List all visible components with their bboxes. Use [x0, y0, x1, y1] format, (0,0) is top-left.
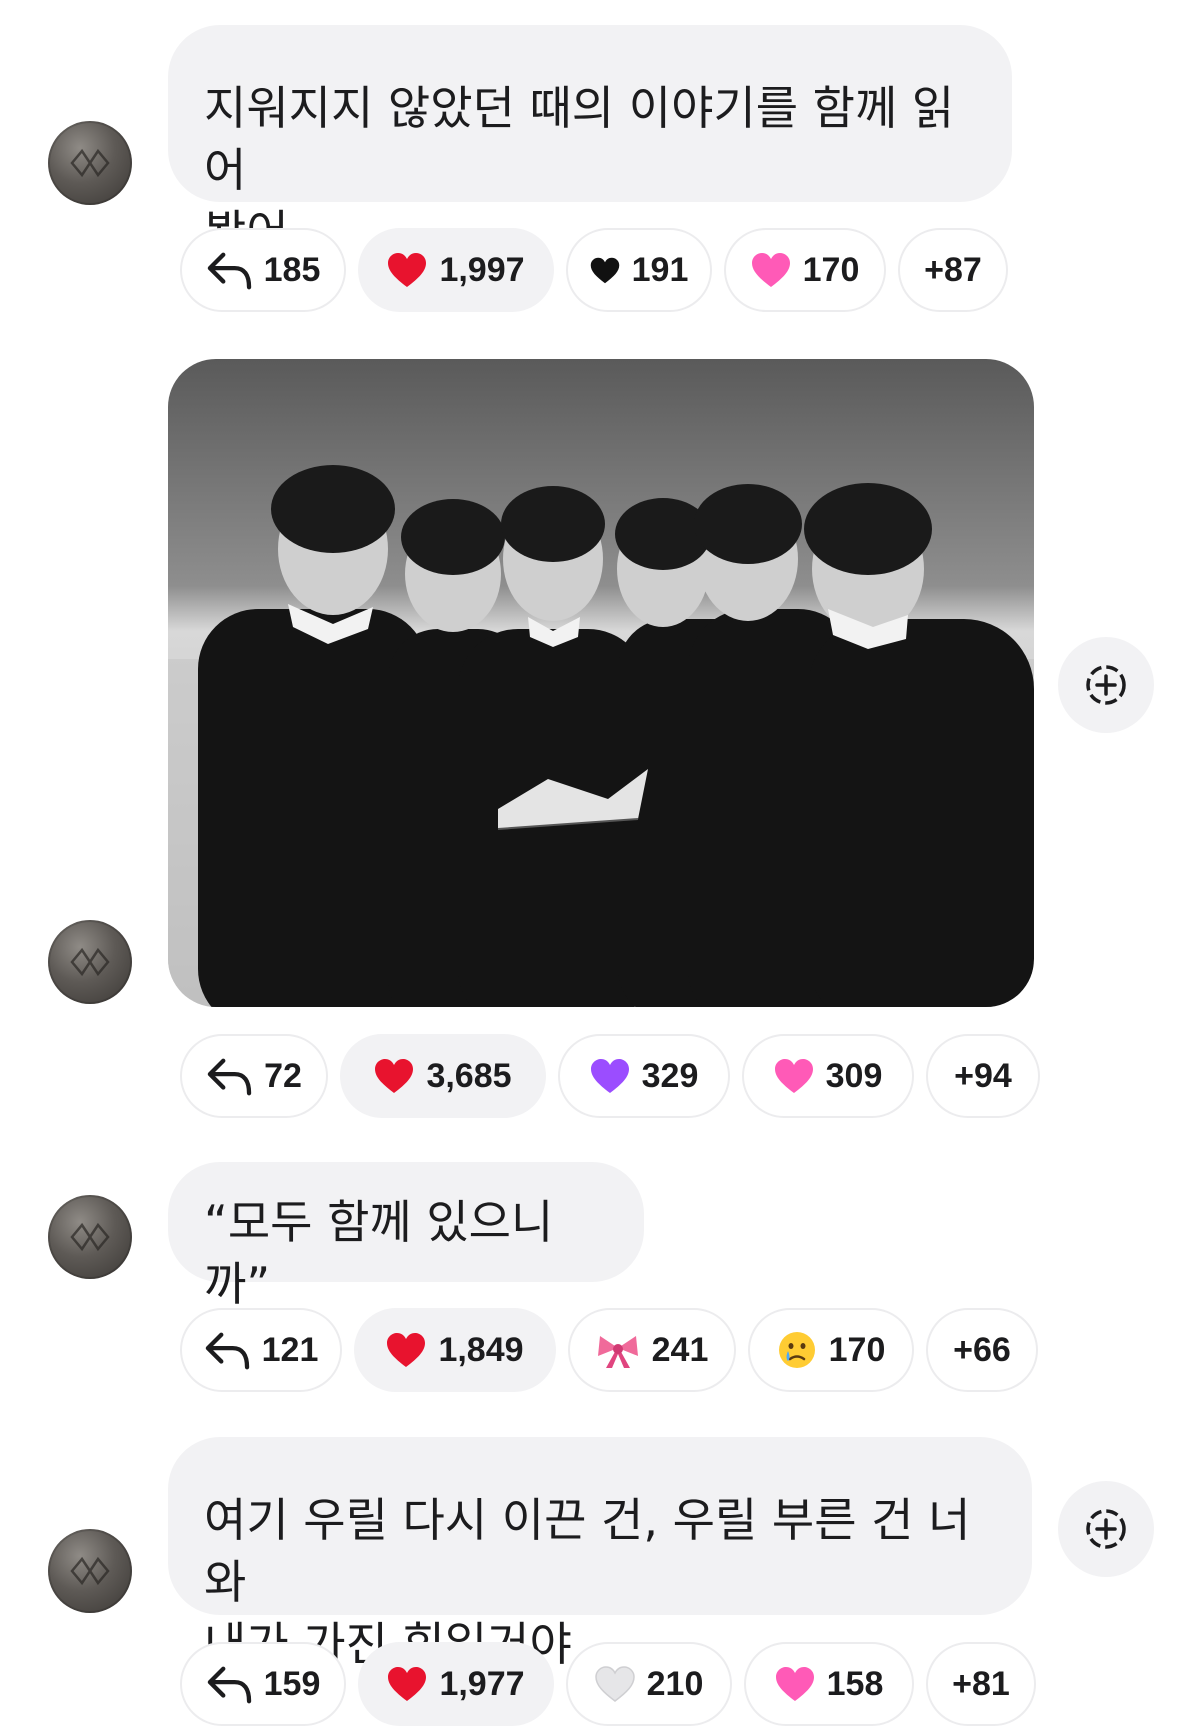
add-reaction-button[interactable]	[1058, 1481, 1154, 1577]
reply-arrow-icon	[206, 1663, 252, 1705]
reaction-crying-face[interactable]: 170	[748, 1308, 914, 1392]
more-count: +94	[954, 1056, 1012, 1095]
group-photo[interactable]	[168, 359, 1034, 1007]
more-count: +87	[924, 250, 982, 289]
more-count: +66	[953, 1330, 1011, 1369]
reaction-sparkling-heart[interactable]: 170	[724, 228, 886, 312]
add-reaction-icon	[1081, 1504, 1131, 1554]
reaction-count: 170	[802, 250, 860, 289]
red-heart-icon	[387, 252, 427, 288]
reaction-red-heart[interactable]: 3,685	[340, 1034, 546, 1118]
reply-arrow-icon	[206, 249, 252, 291]
red-heart-icon	[374, 1058, 414, 1094]
more-reactions-button[interactable]: +66	[926, 1308, 1038, 1392]
reply-count: 185	[263, 250, 321, 289]
reaction-sparkling-heart[interactable]: 158	[744, 1642, 914, 1726]
reaction-count: 210	[646, 1664, 704, 1703]
crying-face-icon	[777, 1330, 817, 1370]
reply-count-button[interactable]: 185	[180, 228, 346, 312]
reply-count-button[interactable]: 159	[180, 1642, 346, 1726]
reaction-purple-heart[interactable]: 329	[558, 1034, 730, 1118]
reaction-black-heart[interactable]: 191	[566, 228, 712, 312]
reaction-red-heart[interactable]: 1,849	[354, 1308, 556, 1392]
more-reactions-button[interactable]: +87	[898, 228, 1008, 312]
red-heart-icon	[386, 1332, 426, 1368]
black-heart-icon	[590, 257, 620, 284]
reaction-count: 170	[828, 1330, 886, 1369]
avatar[interactable]	[48, 920, 132, 1004]
avatar[interactable]	[48, 1195, 132, 1279]
sparkling-heart-icon	[775, 1666, 815, 1702]
reaction-count: 309	[825, 1056, 883, 1095]
reply-count-button[interactable]: 72	[180, 1034, 328, 1118]
reply-arrow-icon	[206, 1055, 252, 1097]
reply-count: 121	[261, 1330, 319, 1369]
reply-arrow-icon	[204, 1329, 250, 1371]
message-bubble[interactable]: 지워지지 않았던 때의 이야기를 함께 읽어 봤어	[168, 25, 1012, 259]
avatar[interactable]	[48, 121, 132, 205]
reaction-count: 1,997	[439, 250, 525, 289]
reaction-sparkling-heart[interactable]: 309	[742, 1034, 914, 1118]
reaction-red-heart[interactable]: 1,997	[358, 228, 554, 312]
reaction-ribbon[interactable]: 241	[568, 1308, 736, 1392]
red-heart-icon	[387, 1666, 427, 1702]
reply-count: 159	[263, 1664, 321, 1703]
more-reactions-button[interactable]: +94	[926, 1034, 1040, 1118]
more-count: +81	[952, 1664, 1010, 1703]
reaction-count: 1,849	[438, 1330, 524, 1369]
message-bubble[interactable]: 여기 우릴 다시 이끈 건, 우릴 부른 건 너와 내가 가진 힘일거야	[168, 1437, 1032, 1671]
ribbon-icon	[596, 1330, 640, 1370]
reaction-count: 241	[651, 1330, 709, 1369]
add-reaction-button[interactable]	[1058, 637, 1154, 733]
sparkling-heart-icon	[774, 1058, 814, 1094]
reply-count-button[interactable]: 121	[180, 1308, 342, 1392]
reaction-count: 191	[631, 250, 689, 289]
reaction-count: 3,685	[426, 1056, 512, 1095]
purple-heart-icon	[590, 1058, 630, 1094]
reaction-white-heart[interactable]: 210	[566, 1642, 732, 1726]
message-text: “모두 함께 있으니까”	[204, 1195, 554, 1311]
reaction-count: 158	[826, 1664, 884, 1703]
add-reaction-icon	[1081, 660, 1131, 710]
avatar[interactable]	[48, 1529, 132, 1613]
message-bubble[interactable]: “모두 함께 있으니까”	[168, 1162, 644, 1311]
sparkling-heart-icon	[751, 252, 791, 288]
reply-count: 72	[264, 1056, 302, 1095]
more-reactions-button[interactable]: +81	[926, 1642, 1036, 1726]
reaction-count: 329	[641, 1056, 699, 1095]
reaction-red-heart[interactable]: 1,977	[358, 1642, 554, 1726]
reaction-count: 1,977	[439, 1664, 525, 1703]
white-heart-icon	[595, 1666, 635, 1702]
